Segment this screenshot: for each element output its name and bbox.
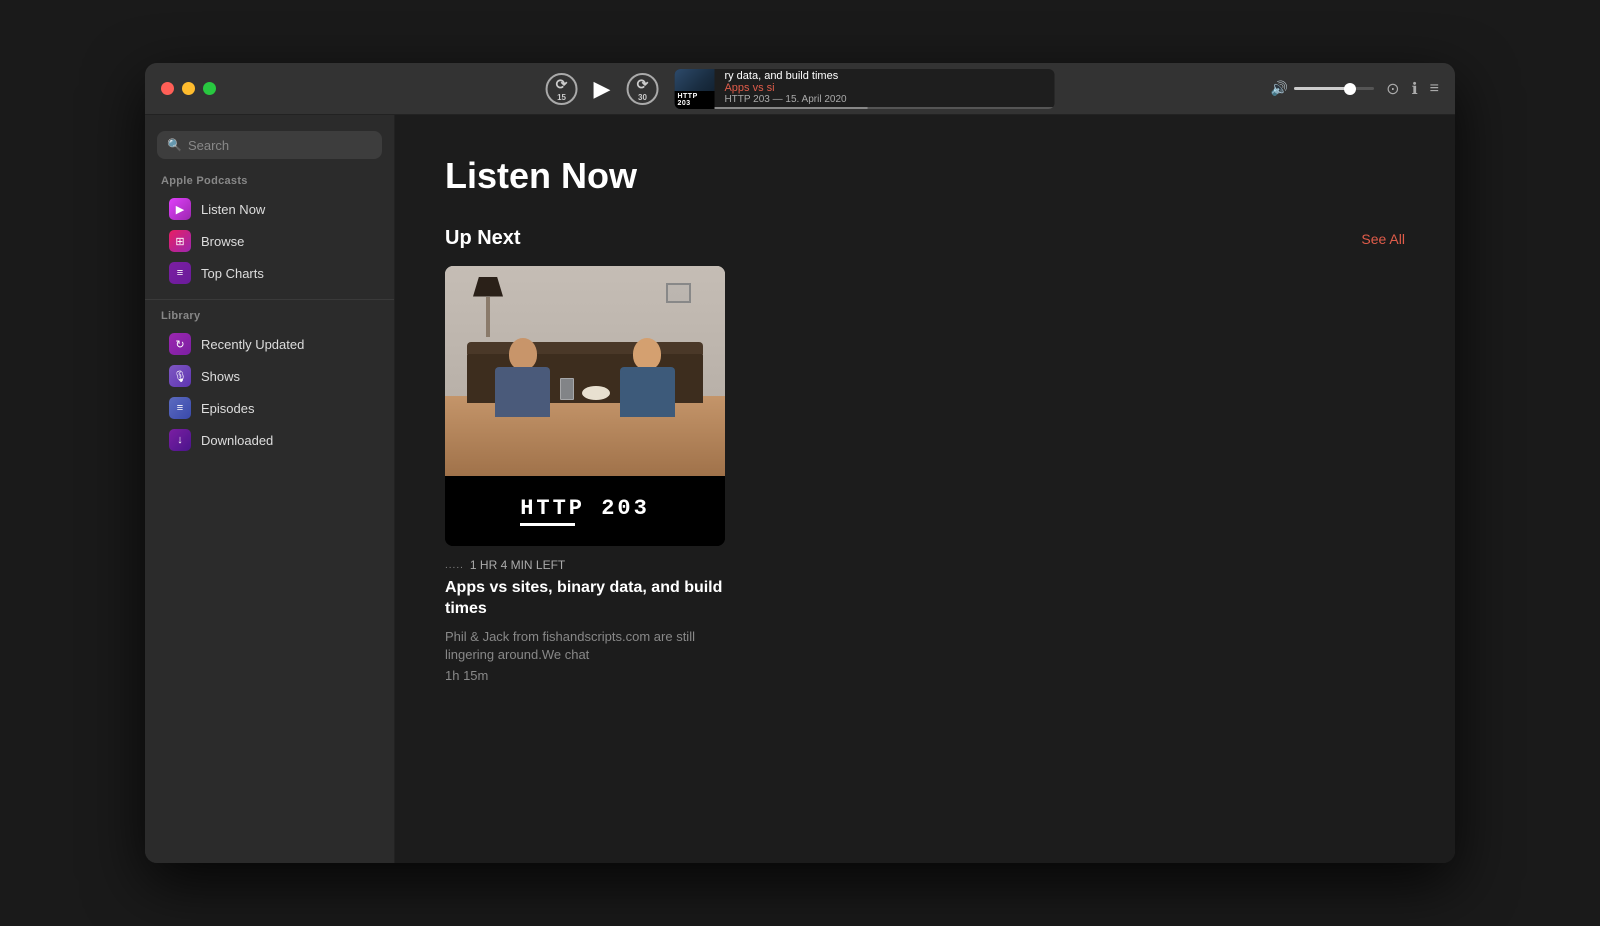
sidebar-item-label-episodes: Episodes xyxy=(201,401,254,416)
volume-control[interactable]: 🔊 xyxy=(1271,80,1374,97)
http203-logo-text: HTTP 203 xyxy=(520,496,650,521)
search-input[interactable]: Search xyxy=(188,138,229,153)
see-all-button[interactable]: See All xyxy=(1361,231,1405,247)
now-playing-show-badge: HTTP 203 xyxy=(674,91,714,109)
episode-progress-dots: ..... xyxy=(445,560,464,571)
volume-thumb xyxy=(1344,83,1356,95)
episode-duration: 1h 15m xyxy=(445,668,725,683)
sidebar-item-label-top-charts: Top Charts xyxy=(201,266,264,281)
now-playing-subtitle: HTTP 203 — 15. April 2020 xyxy=(724,94,1044,105)
episodes-icon: ≡ xyxy=(169,397,191,419)
sidebar-item-label-listen-now: Listen Now xyxy=(201,202,265,217)
titlebar-right-controls: 🔊 ⊙ ℹ ≡ xyxy=(1271,79,1439,99)
volume-icon: 🔊 xyxy=(1271,80,1288,97)
http203-bar: HTTP 203 xyxy=(445,476,725,546)
person-right xyxy=(620,338,675,417)
sidebar-item-top-charts[interactable]: ≡ Top Charts xyxy=(153,257,386,289)
progress-bar-fill xyxy=(714,107,867,109)
traffic-lights xyxy=(145,82,216,95)
progress-bar xyxy=(714,107,1054,109)
info-button[interactable]: ℹ xyxy=(1412,79,1418,99)
search-box[interactable]: 🔍 Search xyxy=(157,131,382,159)
downloaded-icon: ↓ xyxy=(169,429,191,451)
minimize-button[interactable] xyxy=(182,82,195,95)
sidebar-divider xyxy=(145,299,394,300)
thumbnail-photo xyxy=(445,266,725,476)
skip-forward-button[interactable]: ⟳ 30 xyxy=(626,73,658,105)
episode-title: Apps vs sites, binary data, and build ti… xyxy=(445,578,725,620)
titlebar-controls: ⟳ 15 ▶ ⟳ 30 HTTP 203 xyxy=(546,69,1055,109)
episode-description: Phil & Jack from fishandscripts.com are … xyxy=(445,628,725,664)
sidebar-item-recently-updated[interactable]: ↻ Recently Updated xyxy=(153,328,386,360)
sidebar-item-listen-now[interactable]: ▶ Listen Now xyxy=(153,193,386,225)
sidebar-item-episodes[interactable]: ≡ Episodes xyxy=(153,392,386,424)
now-playing-info: ry data, and build times Apps vs si HTTP… xyxy=(714,69,1054,107)
titlebar: ⟳ 15 ▶ ⟳ 30 HTTP 203 xyxy=(145,63,1455,115)
now-playing-widget[interactable]: HTTP 203 ry data, and build times Apps v… xyxy=(674,69,1054,109)
content-area: Listen Now Up Next See All xyxy=(395,115,1455,863)
main-area: 🔍 Search Apple Podcasts ▶ Listen Now ⊞ B… xyxy=(145,115,1455,863)
recently-updated-icon: ↻ xyxy=(169,333,191,355)
sidebar-item-label-downloaded: Downloaded xyxy=(201,433,273,448)
shows-icon: 🎙 xyxy=(169,365,191,387)
app-window: ⟳ 15 ▶ ⟳ 30 HTTP 203 xyxy=(145,63,1455,863)
sidebar-item-label-browse: Browse xyxy=(201,234,244,249)
sidebar-section-apple-podcasts: Apple Podcasts xyxy=(145,175,394,193)
close-button[interactable] xyxy=(161,82,174,95)
search-container: 🔍 Search xyxy=(145,131,394,175)
up-next-section-header: Up Next See All xyxy=(445,227,1405,250)
browse-icon: ⊞ xyxy=(169,230,191,252)
sidebar-item-browse[interactable]: ⊞ Browse xyxy=(153,225,386,257)
skip-back-button[interactable]: ⟳ 15 xyxy=(546,73,578,105)
person-left xyxy=(495,338,550,417)
airplay-icon[interactable]: ⊙ xyxy=(1386,79,1399,99)
table-items xyxy=(560,378,610,400)
wall-frame xyxy=(666,283,691,303)
queue-button[interactable]: ≡ xyxy=(1430,80,1439,98)
episode-card[interactable]: HTTP 203 ..... 1 HR 4 MIN LEFT Apps vs s… xyxy=(445,266,725,683)
sidebar-item-label-recently-updated: Recently Updated xyxy=(201,337,304,352)
now-playing-title: ry data, and build times xyxy=(724,70,1044,82)
up-next-title: Up Next xyxy=(445,227,521,250)
listen-now-icon: ▶ xyxy=(169,198,191,220)
top-charts-icon: ≡ xyxy=(169,262,191,284)
play-button[interactable]: ▶ xyxy=(594,76,611,102)
sidebar-item-shows[interactable]: 🎙 Shows xyxy=(153,360,386,392)
volume-fill xyxy=(1294,87,1350,90)
maximize-button[interactable] xyxy=(203,82,216,95)
now-playing-show: Apps vs si xyxy=(724,82,774,94)
episode-time-left: 1 HR 4 MIN LEFT xyxy=(470,558,565,572)
sidebar: 🔍 Search Apple Podcasts ▶ Listen Now ⊞ B… xyxy=(145,115,395,863)
search-icon: 🔍 xyxy=(167,138,182,152)
sidebar-section-library: Library xyxy=(145,310,394,328)
lamp-decoration xyxy=(473,277,503,337)
http203-underline xyxy=(520,523,575,526)
photo-scene xyxy=(445,266,725,476)
sidebar-item-label-shows: Shows xyxy=(201,369,240,384)
sidebar-item-downloaded[interactable]: ↓ Downloaded xyxy=(153,424,386,456)
page-title: Listen Now xyxy=(445,155,1405,197)
episode-thumbnail: HTTP 203 xyxy=(445,266,725,546)
volume-slider[interactable] xyxy=(1294,87,1374,90)
episode-meta: ..... 1 HR 4 MIN LEFT xyxy=(445,558,725,572)
now-playing-thumbnail: HTTP 203 xyxy=(674,69,714,109)
